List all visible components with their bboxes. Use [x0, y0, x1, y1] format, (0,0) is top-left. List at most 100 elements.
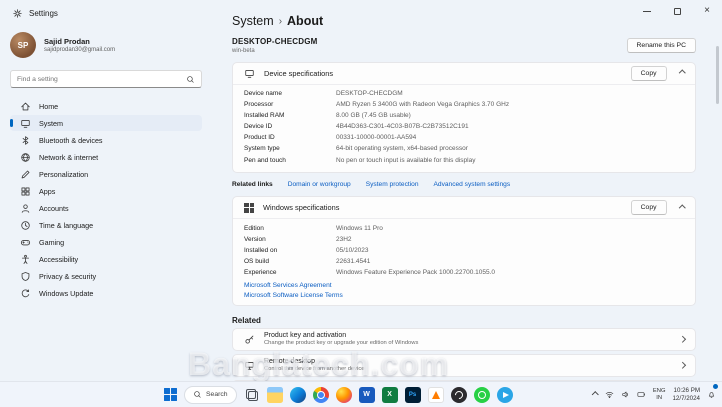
taskbar: Search ENG IN 10:26 PM [0, 381, 722, 407]
spec-value: 00331-10000-00001-AA594 [336, 134, 417, 142]
task-view-button[interactable] [244, 387, 260, 403]
system-icon [21, 119, 30, 128]
page-title: About [287, 14, 324, 28]
bluetooth-icon [22, 135, 29, 145]
battery-icon[interactable] [637, 390, 646, 399]
link-microsoft-software-license-terms[interactable]: Microsoft Software License Terms [244, 292, 684, 299]
firefox-browser-icon[interactable] [335, 386, 352, 403]
chrome-browser-icon[interactable] [312, 386, 329, 403]
spec-value: 23H2 [336, 235, 352, 243]
tray-time: 10:26 PM [673, 386, 700, 394]
device-header: DESKTOP-CHECDGM win-beta Rename this PC [232, 37, 696, 54]
sidebar-item-home[interactable]: Home [10, 98, 202, 114]
spec-label: Pen and touch [244, 156, 286, 164]
sidebar-item-label: Personalization [39, 169, 89, 179]
notification-center-button[interactable] [707, 383, 718, 404]
window-title: Settings [29, 9, 58, 18]
sidebar-item-apps[interactable]: Apps [10, 183, 202, 199]
language-label: ENG [652, 387, 666, 394]
chevron-up-icon[interactable] [678, 69, 685, 77]
spec-label: Product ID [244, 134, 275, 142]
sidebar-item-network-internet[interactable]: Network & internet [10, 149, 202, 165]
spec-row: System type 64-bit operating system, x64-… [244, 144, 684, 155]
sidebar-item-label: Privacy & security [39, 271, 97, 281]
sidebar-item-windows-update[interactable]: Windows Update [10, 285, 202, 301]
sidebar-item-gaming[interactable]: Gaming [10, 234, 202, 250]
avatar: SP [10, 32, 36, 58]
related-item-product-key[interactable]: Product key and activation Change the pr… [232, 327, 696, 351]
sidebar: SP Sajid Prodan sajidprodan30@gmail.com … [0, 30, 212, 381]
spec-label: Installed RAM [244, 111, 285, 119]
clock[interactable]: 10:26 PM 12/7/2024 [672, 387, 700, 403]
scrollbar[interactable] [716, 46, 719, 104]
settings-search[interactable] [10, 70, 202, 88]
search-input[interactable] [17, 75, 186, 83]
whatsapp-icon[interactable] [473, 386, 490, 403]
spec-value: 22631.4541 [336, 258, 371, 266]
breadcrumb-separator-icon: › [278, 15, 283, 27]
accounts-icon [21, 203, 30, 213]
device-specs-header[interactable]: Device specifications Copy [233, 63, 695, 84]
sidebar-item-label: Home [39, 101, 59, 111]
link-advanced-system-settings[interactable]: Advanced system settings [434, 181, 511, 188]
telegram-icon[interactable] [496, 386, 513, 403]
edge-browser-icon[interactable] [289, 386, 306, 403]
apps-icon [21, 187, 30, 195]
remote-desktop-icon [245, 361, 254, 370]
sidebar-item-accounts[interactable]: Accounts [10, 200, 202, 216]
sidebar-item-system[interactable]: System [10, 115, 202, 131]
word-icon[interactable] [358, 386, 375, 403]
photoshop-icon[interactable] [404, 386, 421, 403]
rename-pc-button[interactable]: Rename this PC [626, 37, 696, 53]
spec-row: Edition Windows 11 Pro [244, 223, 684, 234]
taskbar-search-label: Search [206, 391, 228, 398]
spec-row: Pen and touch No pen or touch input is av… [244, 155, 684, 166]
sidebar-item-accessibility[interactable]: Accessibility [10, 251, 202, 267]
windows-specs-header[interactable]: Windows specifications Copy [233, 197, 695, 218]
obs-icon[interactable] [450, 386, 467, 403]
language-switcher[interactable]: ENG IN [653, 388, 666, 402]
link-system-protection[interactable]: System protection [366, 181, 419, 188]
sidebar-item-personalization[interactable]: Personalization [10, 166, 202, 182]
sidebar-item-privacy-security[interactable]: Privacy & security [10, 268, 202, 284]
spec-label: Edition [244, 224, 264, 232]
card-title: Windows specifications [263, 203, 340, 213]
key-icon [245, 335, 254, 344]
tray-overflow-chevron-icon[interactable] [592, 391, 599, 398]
sidebar-item-bluetooth-devices[interactable]: Bluetooth & devices [10, 132, 202, 148]
volume-icon[interactable] [621, 390, 630, 399]
bell-icon [708, 391, 715, 398]
chevron-up-icon[interactable] [678, 204, 685, 212]
file-explorer-icon[interactable] [266, 386, 283, 403]
device-specs-card: Device specifications Copy Device name DE… [232, 61, 696, 174]
titlebar-app: Settings [0, 0, 58, 19]
windows-specs-card: Windows specifications Copy Edition Windo… [232, 196, 696, 306]
wifi-icon[interactable] [605, 390, 614, 399]
main-content: System › About DESKTOP-CHECDGM win-beta … [212, 0, 722, 381]
link-domain-or-workgroup[interactable]: Domain or workgroup [288, 181, 351, 188]
related-item-remote-desktop[interactable]: Remote desktop Control this device from … [232, 353, 696, 377]
start-button[interactable] [164, 388, 177, 401]
vlc-icon[interactable] [427, 386, 444, 403]
copy-windows-specs-button[interactable]: Copy [630, 200, 667, 216]
spec-row: Processor AMD Ryzen 5 3400G with Radeon V… [244, 100, 684, 111]
system-tray: ENG IN 10:26 PM 12/7/2024 [592, 383, 718, 404]
sidebar-item-time-language[interactable]: Time & language [10, 217, 202, 233]
spec-label: Experience [244, 269, 277, 277]
copy-device-specs-button[interactable]: Copy [630, 65, 667, 81]
sidebar-item-label: Accounts [39, 203, 69, 213]
excel-icon[interactable] [381, 386, 398, 403]
sidebar-item-label: Gaming [39, 237, 65, 247]
breadcrumb-system[interactable]: System [232, 14, 274, 28]
gaming-icon [20, 239, 31, 245]
accessibility-icon [21, 254, 30, 264]
sidebar-item-label: Windows Update [39, 288, 94, 298]
link-microsoft-services-agreement[interactable]: Microsoft Services Agreement [244, 282, 684, 289]
taskbar-search[interactable]: Search [184, 385, 237, 404]
sidebar-item-label: Apps [39, 186, 56, 196]
search-icon [187, 75, 194, 83]
user-profile[interactable]: SP Sajid Prodan sajidprodan30@gmail.com [10, 32, 202, 58]
region-label: IN [656, 394, 663, 401]
related-section-title: Related [232, 315, 261, 325]
chevron-right-icon [678, 336, 685, 343]
